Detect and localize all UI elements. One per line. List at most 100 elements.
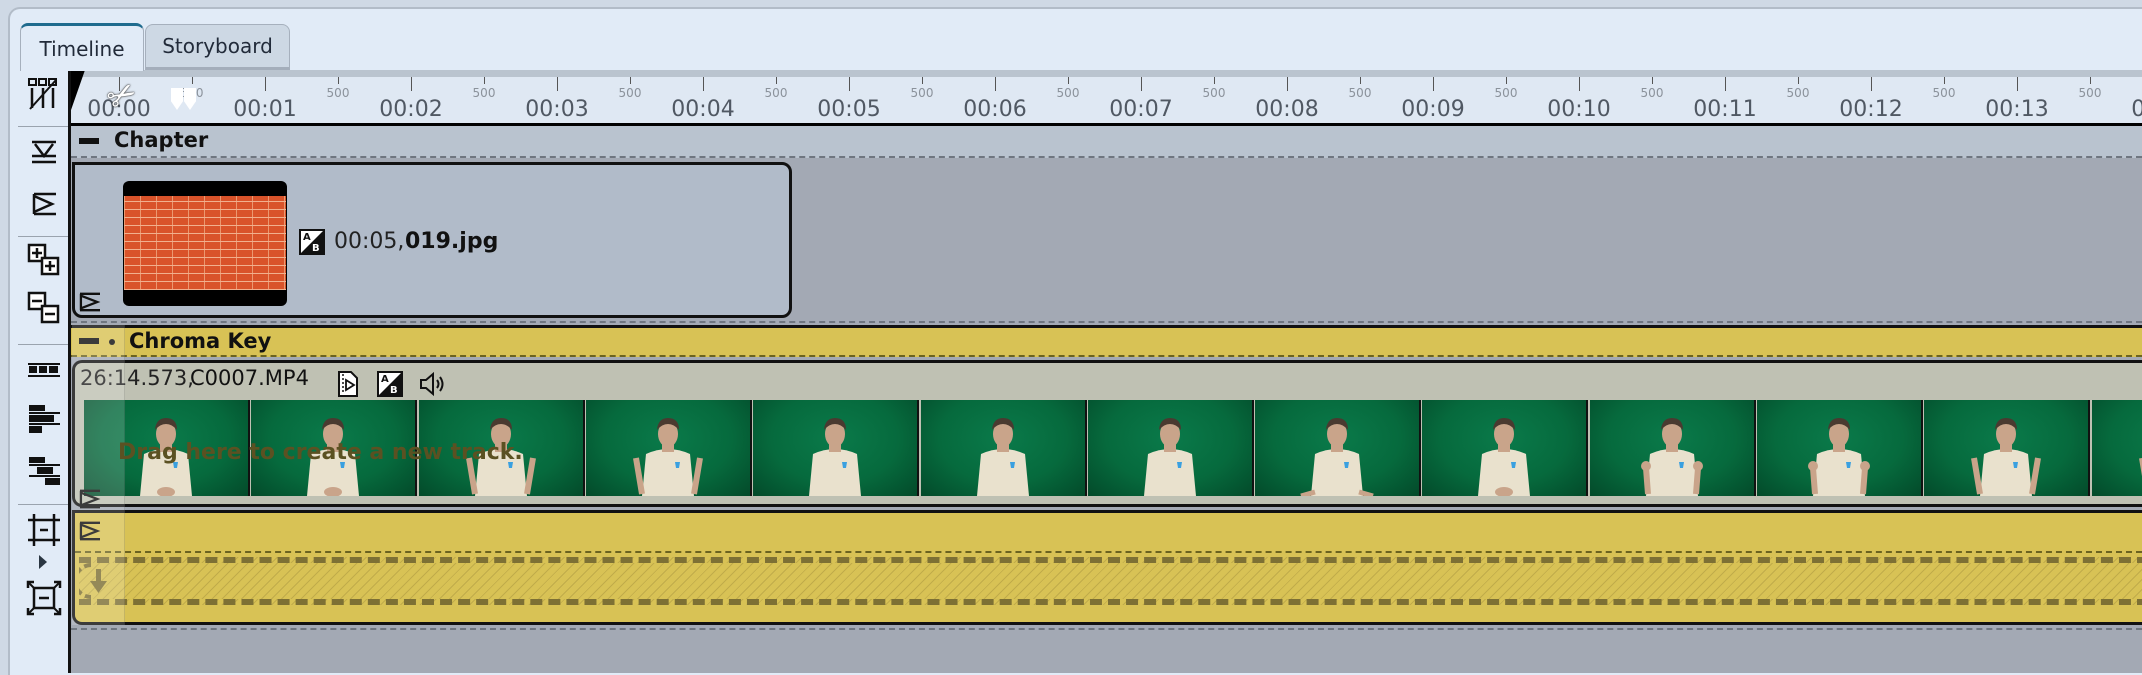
ruler-tick-minor bbox=[1214, 77, 1215, 84]
playhead-icon[interactable] bbox=[71, 70, 85, 110]
empty-track[interactable] bbox=[72, 510, 2142, 625]
ruler-tick-major bbox=[1141, 77, 1142, 91]
video-frame-thumbnail bbox=[920, 400, 1087, 496]
track-divider bbox=[71, 321, 2142, 323]
drop-zone-text: Drag here to create a new track. bbox=[118, 440, 523, 465]
ruler-tick-major bbox=[1871, 77, 1872, 91]
ruler-tick-minor bbox=[484, 77, 485, 84]
insert-marker-button[interactable] bbox=[24, 132, 64, 172]
collapse-chapter-icon[interactable] bbox=[79, 138, 99, 144]
ruler-sub-label: 500 bbox=[1056, 86, 1080, 100]
ruler-label: 00:07 bbox=[1109, 97, 1173, 122]
new-track-drop-zone[interactable] bbox=[79, 557, 2142, 605]
ruler-label: 00:03 bbox=[525, 97, 589, 122]
collapse-all-icon bbox=[27, 291, 60, 324]
video-frame-thumbnail bbox=[1255, 400, 1422, 496]
ruler-label: 00:10 bbox=[1547, 97, 1611, 122]
arrange-row-icon bbox=[28, 363, 60, 377]
video-frame-thumbnail bbox=[585, 400, 752, 496]
tab-storyboard[interactable]: Storyboard bbox=[145, 24, 290, 70]
ruler-sub-label: 500 bbox=[1786, 86, 1810, 100]
ruler-tick-major bbox=[1433, 77, 1434, 91]
chapter-track-header: Chapter bbox=[71, 126, 2142, 158]
ruler-label: 00:02 bbox=[379, 97, 443, 122]
video-file-icon[interactable] bbox=[337, 371, 359, 397]
dot-icon bbox=[109, 339, 115, 345]
split-tracks-icon bbox=[28, 78, 57, 110]
toolbar-separator bbox=[18, 344, 68, 345]
video-frame-thumbnail bbox=[2091, 400, 2142, 496]
svg-text:B: B bbox=[312, 243, 320, 254]
fit-tracks-button[interactable] bbox=[24, 510, 64, 550]
empty-track-marker-icon[interactable] bbox=[78, 521, 102, 541]
track-divider bbox=[71, 628, 2142, 630]
presenter-figure bbox=[809, 418, 862, 496]
align-stagger-button[interactable] bbox=[24, 452, 64, 492]
ruler-label: 00:09 bbox=[1401, 97, 1465, 122]
chapter-clip-duration: 00:05, bbox=[334, 229, 405, 254]
collapse-all-button[interactable] bbox=[24, 288, 64, 328]
drop-arrow-icon bbox=[79, 563, 107, 599]
tracks-area[interactable]: Chapter A B 00:05, 019.jpg Chroma Key 26… bbox=[71, 126, 2142, 673]
chapter-marker-icon[interactable] bbox=[78, 292, 102, 312]
video-marker-icon[interactable] bbox=[78, 489, 102, 509]
video-frame-thumbnail bbox=[1924, 400, 2091, 496]
ruler-label: 00:01 bbox=[233, 97, 297, 122]
ruler-sub-label: 500 bbox=[1348, 86, 1372, 100]
volume-icon[interactable] bbox=[418, 371, 448, 397]
toolbar-separator bbox=[18, 236, 68, 237]
video-frame-thumbnail bbox=[1757, 400, 1923, 496]
expand-all-button[interactable] bbox=[24, 240, 64, 280]
ruler-tick-major bbox=[411, 77, 412, 91]
presenter-figure bbox=[976, 418, 1029, 496]
brick-wall-image bbox=[124, 196, 286, 290]
presenter-figure bbox=[1143, 418, 1196, 496]
ruler-label: 00:12 bbox=[1839, 97, 1903, 122]
insert-marker-icon bbox=[32, 140, 56, 164]
ruler-tick-minor bbox=[1506, 77, 1507, 84]
split-tracks-button[interactable] bbox=[24, 74, 64, 114]
chapter-title: Chapter bbox=[114, 128, 209, 152]
presenter-figure bbox=[632, 418, 703, 496]
align-left-button[interactable] bbox=[24, 400, 64, 440]
fit-tracks-icon bbox=[28, 514, 60, 546]
ruler-tick-major bbox=[703, 77, 704, 91]
transition-ab-icon[interactable]: A B bbox=[299, 229, 325, 255]
ruler-sub-label: 500 bbox=[910, 86, 934, 100]
ruler-tick-minor bbox=[1798, 77, 1799, 84]
transition-ab-icon[interactable]: A B bbox=[377, 371, 403, 397]
presenter-figure bbox=[1478, 418, 1531, 496]
drop-zone-divider bbox=[75, 551, 2142, 553]
video-clip[interactable]: 26:14.573, C0007.MP4 A B bbox=[72, 360, 2142, 509]
chapter-image-clip[interactable]: A B 00:05, 019.jpg bbox=[72, 162, 792, 318]
collapse-chroma-icon[interactable] bbox=[79, 338, 99, 344]
ruler-tick-minor bbox=[1360, 77, 1361, 84]
ruler-tick-major bbox=[265, 77, 266, 91]
time-ruler[interactable]: 00:0000:0150000:0250000:0350000:0450000:… bbox=[71, 70, 2142, 126]
track-marker-icon bbox=[32, 192, 56, 216]
ruler-sub-label: 500 bbox=[2078, 86, 2102, 100]
ruler-label: 00:08 bbox=[1255, 97, 1319, 122]
arrange-row-button[interactable] bbox=[24, 350, 64, 390]
ruler-tick-major bbox=[849, 77, 850, 91]
track-marker-button[interactable] bbox=[24, 184, 64, 224]
ruler-sub-label: 500 bbox=[1640, 86, 1664, 100]
tab-timeline[interactable]: Timeline bbox=[20, 23, 144, 71]
svg-text:A: A bbox=[381, 374, 389, 385]
expand-all-icon bbox=[27, 243, 60, 276]
chroma-key-title: Chroma Key bbox=[129, 329, 272, 353]
video-clip-filename: C0007.MP4 bbox=[190, 366, 309, 390]
video-frame-thumbnail bbox=[753, 400, 920, 496]
video-frame-thumbnail bbox=[1087, 400, 1254, 496]
presenter-figure bbox=[1300, 418, 1374, 496]
expand-arrow-icon[interactable] bbox=[39, 555, 47, 569]
ruler-label: 00:04 bbox=[671, 97, 735, 122]
ruler-sub-label: 500 bbox=[1932, 86, 1956, 100]
ruler-tick-minor bbox=[192, 77, 193, 84]
ruler-tick-minor bbox=[776, 77, 777, 84]
align-left-icon bbox=[29, 405, 60, 433]
ruler-tick-minor bbox=[1944, 77, 1945, 84]
left-toolbar bbox=[18, 70, 70, 673]
zoom-fit-button[interactable] bbox=[24, 578, 64, 618]
ruler-tick-minor bbox=[2090, 77, 2091, 84]
